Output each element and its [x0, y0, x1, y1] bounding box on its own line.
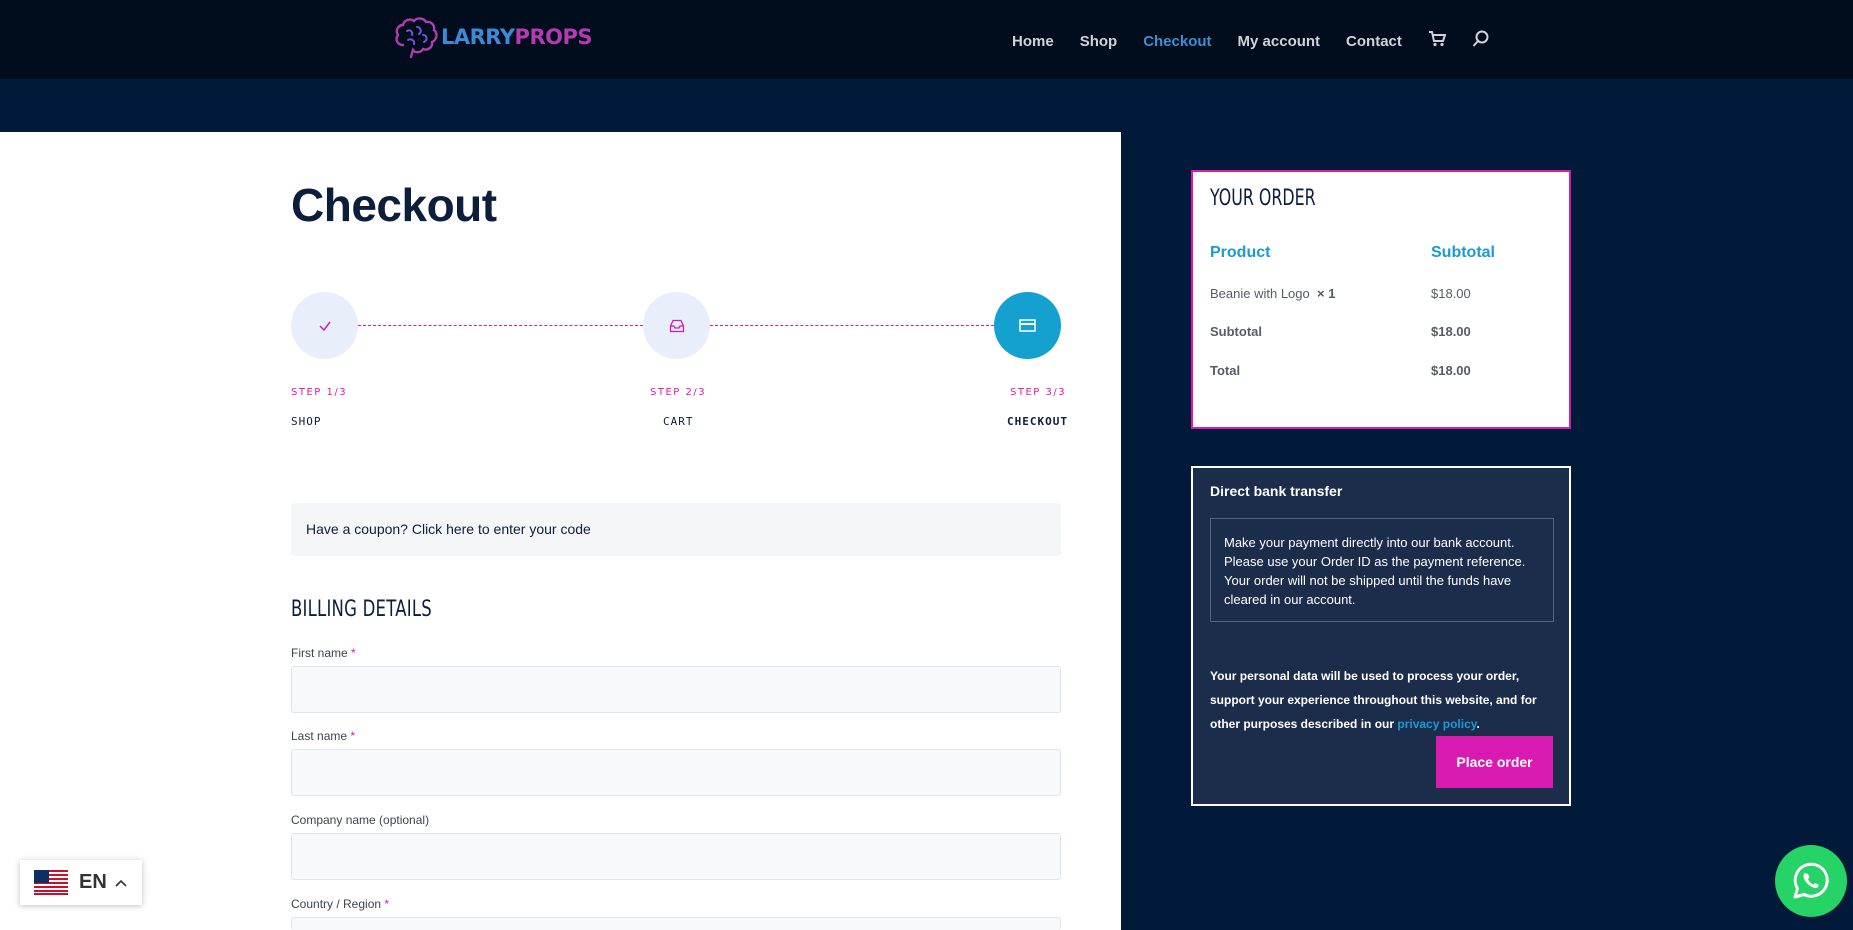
company-name-label: Company name (optional)	[291, 813, 429, 827]
hero-band	[0, 79, 1853, 132]
step-1-name: SHOP	[291, 415, 322, 428]
company-name-label-text: Company name (optional)	[291, 813, 430, 827]
required-marker: *	[351, 646, 356, 660]
whatsapp-icon	[1793, 862, 1829, 899]
us-flag-icon	[34, 870, 68, 895]
step-3-number: STEP 3/3	[1010, 387, 1067, 398]
credit-card-icon	[1019, 319, 1036, 332]
main-nav: Home Shop Checkout My account Contact	[1012, 30, 1516, 53]
check-icon	[318, 321, 331, 331]
brain-icon	[395, 17, 438, 59]
nav-shop[interactable]: Shop	[1080, 33, 1118, 50]
privacy-policy-link[interactable]: privacy policy	[1397, 717, 1476, 731]
privacy-text: Your personal data will be used to proce…	[1210, 669, 1537, 731]
total-value: $18.00	[1431, 363, 1471, 378]
order-summary: YOUR ORDER Product Subtotal Beanie with …	[1191, 170, 1571, 429]
step-2-name: CART	[663, 415, 694, 428]
site-logo[interactable]: LARRYPROPS	[393, 15, 592, 59]
step-checkout-circle	[994, 292, 1061, 359]
last-name-input[interactable]	[291, 749, 1061, 796]
item-name: Beanie with Logo	[1210, 286, 1310, 301]
nav-my-account[interactable]: My account	[1238, 33, 1321, 50]
step-1-number: STEP 1/3	[291, 387, 348, 398]
country-label: Country / Region *	[291, 897, 389, 911]
country-label-text: Country / Region	[291, 897, 382, 911]
coupon-toggle[interactable]: Have a coupon? Click here to enter your …	[291, 503, 1061, 556]
payment-method-title[interactable]: Direct bank transfer	[1210, 483, 1342, 499]
last-name-label: Last name *	[291, 729, 355, 743]
line-item-name: Beanie with Logo × 1	[1210, 286, 1335, 301]
item-qty: × 1	[1316, 286, 1336, 301]
page-title: Checkout	[291, 179, 497, 231]
step-shop-circle	[291, 292, 358, 359]
privacy-notice: Your personal data will be used to proce…	[1210, 664, 1560, 736]
privacy-end: .	[1476, 717, 1480, 731]
first-name-label-text: First name	[291, 646, 348, 660]
col-product-header: Product	[1210, 244, 1271, 261]
nav-contact[interactable]: Contact	[1346, 33, 1402, 50]
inbox-icon	[669, 319, 684, 332]
payment-method-description: Make your payment directly into our bank…	[1210, 518, 1554, 622]
country-select[interactable]	[291, 917, 1061, 930]
whatsapp-button[interactable]	[1775, 845, 1847, 917]
nav-checkout[interactable]: Checkout	[1143, 33, 1211, 50]
cart-icon[interactable]	[1428, 31, 1447, 52]
step-connector	[358, 325, 643, 326]
site-header: LARRYPROPS Home Shop Checkout My account…	[0, 0, 1853, 79]
chevron-up-icon	[115, 879, 127, 887]
subtotal-value: $18.00	[1431, 324, 1471, 339]
billing-details-heading: BILLING DETAILS	[291, 597, 432, 622]
subtotal-label: Subtotal	[1210, 324, 1262, 339]
order-summary-title: YOUR ORDER	[1210, 186, 1316, 211]
required-marker: *	[350, 729, 356, 743]
logo-text-larry: LARRY	[441, 25, 515, 49]
place-order-button[interactable]: Place order	[1436, 736, 1553, 788]
logo-text-props: PROPS	[514, 25, 593, 49]
step-cart-circle	[643, 292, 710, 359]
first-name-input[interactable]	[291, 666, 1061, 713]
payment-panel: Direct bank transfer Make your payment d…	[1191, 466, 1571, 806]
line-item-price: $18.00	[1431, 286, 1471, 301]
required-marker: *	[384, 897, 390, 911]
language-code: EN	[79, 871, 107, 893]
search-icon[interactable]	[1472, 30, 1490, 53]
step-2-number: STEP 2/3	[650, 387, 707, 398]
nav-home[interactable]: Home	[1012, 33, 1054, 50]
last-name-label-text: Last name	[291, 729, 348, 743]
step-3-name: CHECKOUT	[1007, 415, 1068, 428]
first-name-label: First name *	[291, 646, 356, 660]
total-label: Total	[1210, 363, 1241, 378]
company-name-input[interactable]	[291, 833, 1061, 880]
col-subtotal-header: Subtotal	[1431, 244, 1495, 261]
language-switcher[interactable]: EN	[20, 860, 142, 905]
step-connector	[710, 325, 994, 326]
